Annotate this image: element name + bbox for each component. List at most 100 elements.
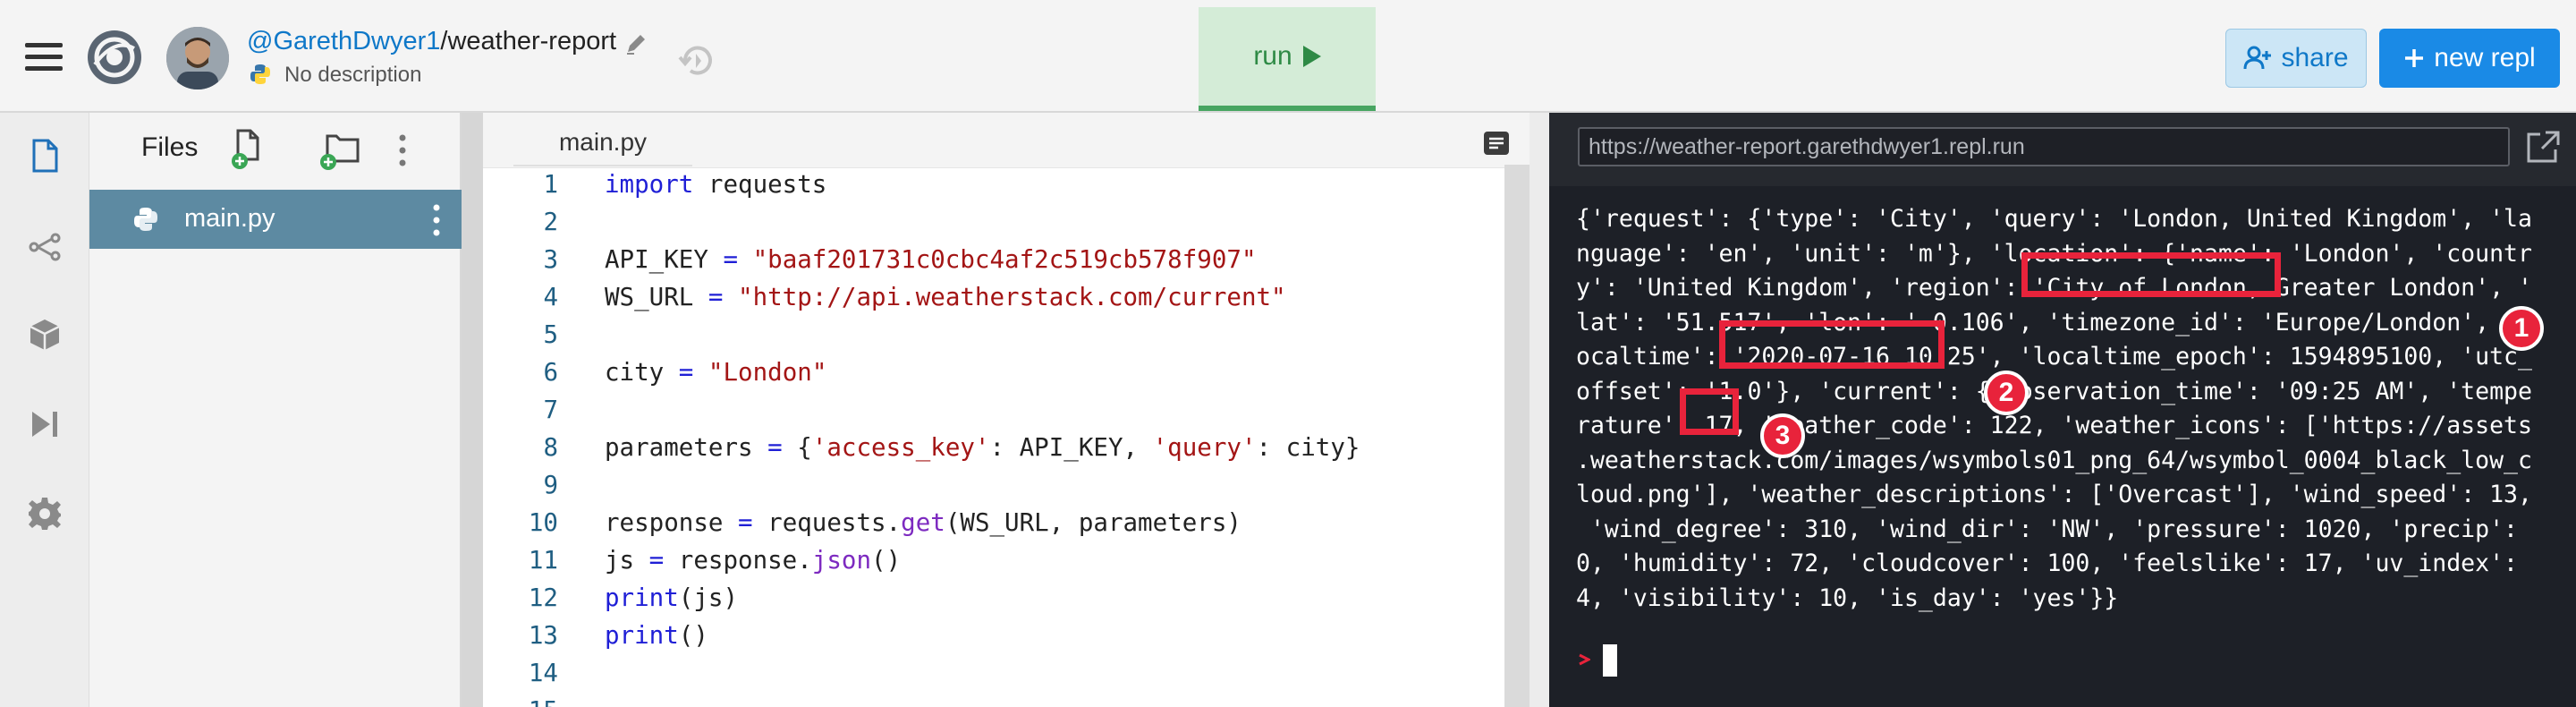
file-item-main-py[interactable]: main.py (89, 190, 462, 249)
editor-menu-icon[interactable] (1483, 131, 1510, 156)
code-text[interactable]: WS_URL = "http://api.weatherstack.com/cu… (605, 283, 1286, 311)
line-number: 11 (528, 546, 558, 575)
new-folder-icon[interactable] (318, 131, 361, 170)
replit-logo-icon[interactable] (86, 29, 143, 86)
code-token: js (605, 546, 649, 575)
code-token: { (782, 433, 812, 462)
code-area[interactable]: 1 import requests 2 3 API_KEY = "baaf201731c… (483, 170, 1503, 707)
repl-description[interactable]: No description (284, 63, 421, 88)
line-number: 2 (543, 208, 558, 236)
web-url-field[interactable]: https://weather-report.garethdwyer1.repl… (1578, 127, 2510, 166)
owner-link[interactable]: @GarethDwyer1 (247, 27, 440, 55)
code-text[interactable]: response = requests.get(WS_URL, paramete… (605, 508, 1241, 537)
code-line[interactable]: 6 city = "London" (483, 358, 1503, 396)
code-token: print (605, 583, 679, 612)
pencil-icon[interactable] (623, 30, 649, 57)
code-line[interactable]: 4 WS_URL = "http://api.weatherstack.com/c… (483, 283, 1503, 320)
code-line[interactable]: 12 print(js) (483, 583, 1503, 621)
share-button[interactable]: share (2225, 29, 2367, 88)
code-line[interactable]: 11 js = response.json() (483, 546, 1503, 583)
code-line[interactable]: 3 API_KEY = "baaf201731c0cbc4af2c519cb578… (483, 245, 1503, 283)
highlight-box-region (2021, 252, 2281, 297)
code-line[interactable]: 1 import requests (483, 170, 1503, 208)
annotation-badge-2: 2 (1984, 371, 2029, 415)
code-token: = (678, 358, 694, 387)
code-line[interactable]: 7 (483, 396, 1503, 433)
code-token: get (901, 508, 945, 537)
sidebar-rail (0, 113, 89, 707)
editor-scrollbar[interactable] (1504, 165, 1530, 707)
code-token: () (678, 621, 708, 650)
file-name: main.py (184, 204, 275, 233)
code-line[interactable]: 10 response = requests.get(WS_URL, parame… (483, 508, 1503, 546)
run-button[interactable]: run (1199, 7, 1376, 111)
code-text[interactable]: import requests (605, 170, 826, 199)
python-file-icon (134, 208, 157, 231)
packages-icon[interactable] (27, 317, 63, 353)
code-line[interactable]: 9 (483, 471, 1503, 508)
console-resize-handle[interactable] (1530, 113, 1549, 707)
repl-title[interactable]: @GarethDwyer1/weather-report (247, 27, 616, 56)
tab-main-py[interactable]: main.py (513, 120, 692, 166)
code-line[interactable]: 8 parameters = {'access_key': API_KEY, 'q… (483, 433, 1503, 471)
console-output-line: loud.png'], 'weather_descriptions': ['Ov… (1576, 481, 2532, 508)
highlight-box-temperature (1680, 388, 1739, 435)
console-output-line: 0, 'humidity': 72, 'cloudcover': 100, 'f… (1576, 549, 2532, 577)
console-toolbar: https://weather-report.garethdwyer1.repl… (1549, 113, 2576, 186)
line-number: 7 (543, 396, 558, 424)
console-panel: https://weather-report.garethdwyer1.repl… (1549, 113, 2576, 707)
code-editor[interactable]: main.py 1 import requests 2 3 API_KEY = "baa… (483, 113, 1530, 707)
code-text[interactable]: parameters = {'access_key': API_KEY, 'qu… (605, 433, 1360, 462)
files-options-icon[interactable] (397, 132, 408, 168)
new-file-icon[interactable] (231, 129, 267, 170)
code-token: () (871, 546, 902, 575)
code-text[interactable]: print() (605, 621, 708, 650)
files-icon[interactable] (27, 138, 63, 174)
code-token: (WS_URL, parameters) (945, 508, 1241, 537)
code-token: import (605, 170, 694, 199)
repl-name[interactable]: /weather-report (440, 27, 616, 55)
annotation-badge-1: 1 (2499, 306, 2544, 351)
line-number: 3 (543, 245, 558, 274)
code-text[interactable]: print(js) (605, 583, 738, 612)
console-cursor[interactable] (1603, 644, 1617, 677)
code-line[interactable]: 13 print() (483, 621, 1503, 659)
code-token: WS_URL (605, 283, 708, 311)
code-token: response. (664, 546, 812, 575)
line-number: 15 (483, 696, 558, 707)
code-line[interactable]: 5 (483, 320, 1503, 358)
panel-resize-handle[interactable] (462, 113, 483, 707)
code-line[interactable]: 14 (483, 659, 1503, 696)
line-number: 5 (543, 320, 558, 349)
code-line[interactable]: 2 (483, 208, 1503, 245)
code-token: API_KEY (605, 245, 724, 274)
code-token: 'query' (1152, 433, 1257, 462)
line-number: 8 (543, 433, 558, 462)
console-output-line: 'wind_degree': 310, 'wind_dir': 'NW', 'p… (1576, 515, 2532, 543)
settings-gear-icon[interactable] (27, 496, 63, 532)
new-repl-button[interactable]: new repl (2379, 29, 2560, 88)
code-token: (js) (678, 583, 739, 612)
hamburger-menu-icon[interactable] (25, 43, 63, 72)
debugger-icon[interactable] (27, 406, 63, 442)
version-control-icon[interactable] (27, 229, 63, 265)
line-number: 14 (528, 659, 558, 687)
code-text[interactable]: city = "London" (605, 358, 826, 387)
code-text[interactable]: js = response.json() (605, 546, 901, 575)
prompt-chevron-icon (1579, 653, 1590, 666)
code-text[interactable]: API_KEY = "baaf201731c0cbc4af2c519cb578f… (605, 245, 1257, 274)
code-line[interactable]: 15 (483, 696, 1503, 707)
code-token: print (605, 621, 679, 650)
avatar[interactable] (166, 27, 229, 89)
code-token: "London" (708, 358, 827, 387)
file-options-icon[interactable] (431, 202, 442, 238)
console-output-line: .weatherstack.com/images/wsymbols01_png_… (1576, 446, 2532, 474)
files-panel: Files main.py (89, 113, 462, 707)
share-label: share (2281, 43, 2349, 72)
code-token: response (605, 508, 739, 537)
open-in-new-tab-icon[interactable] (2524, 129, 2562, 165)
history-icon[interactable] (676, 39, 719, 82)
